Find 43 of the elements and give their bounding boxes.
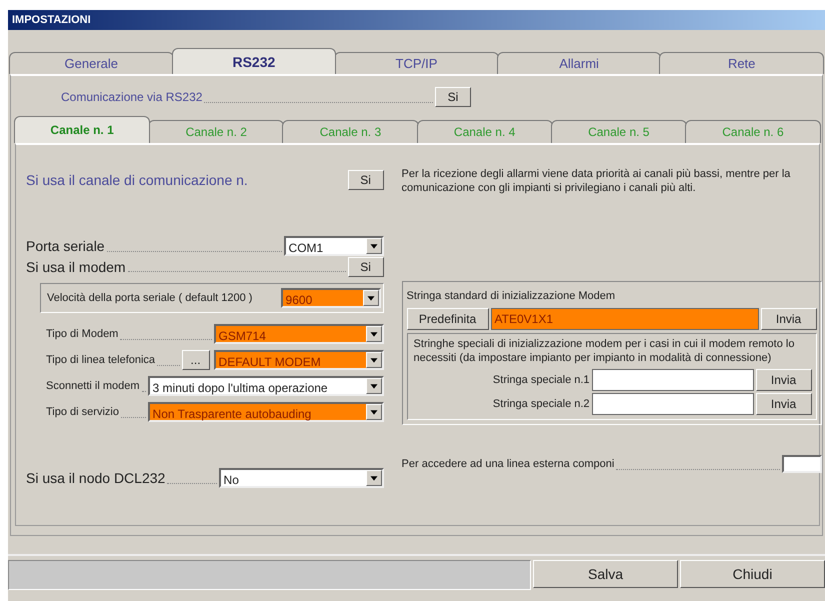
toggle-button[interactable]: Si <box>348 257 384 277</box>
tab[interactable]: Allarmi <box>496 52 662 74</box>
dcl232-label: Si usa il nodo DCL232 <box>26 470 166 486</box>
special-string-label: Stringa speciale n.1 <box>492 374 590 386</box>
modem-label: Si usa il modem <box>26 259 126 275</box>
window-title: IMPOSTAZIONI <box>8 10 825 30</box>
setting-dropdown[interactable]: 3 minuti dopo l'ultima operazione <box>148 376 384 396</box>
priority-note: Per la ricezione degli allarmi viene data priorità ai canali più bassi, mentre per la comunicazione con gli impianti si privilegiano i canali più alti. <box>402 167 792 196</box>
send-button[interactable]: Invia <box>760 308 817 330</box>
speed-dropdown[interactable]: 9600 <box>280 288 381 308</box>
dialog-button[interactable]: Salva <box>533 560 678 588</box>
browse-button[interactable]: ... <box>182 350 210 370</box>
prefix-field[interactable] <box>782 455 822 473</box>
setting-dropdown[interactable]: Non Trasparente autobauding <box>148 402 384 422</box>
tab[interactable]: Rete <box>659 52 824 74</box>
init-string-title: Stringa standard di inizializzazione Modem <box>406 290 616 302</box>
special-strings-note: Stringhe speciali di inizializzazione modem per i casi in cui il modem remoto lo necessiti (da impostare impianto per impianto in modalità di connessione) <box>414 337 796 365</box>
setting-label: Sconnetti il modem <box>46 380 140 392</box>
setting-label: Tipo di linea telefonica <box>46 354 156 366</box>
channel-enabled-label: Si usa il canale di comunicazione n. <box>26 172 248 188</box>
special-string-field[interactable] <box>592 369 754 391</box>
serial-port-label: Porta seriale <box>26 238 105 254</box>
init-string-field[interactable]: ATE0V1X1 <box>490 308 759 330</box>
setting-dropdown[interactable]: GSM714 <box>214 324 384 344</box>
setting-dropdown[interactable]: DEFAULT MODEM <box>214 350 384 370</box>
setting-label: Tipo di servizio <box>46 406 119 418</box>
send-button[interactable]: Invia <box>756 393 812 415</box>
tab[interactable]: RS232 <box>172 48 336 74</box>
toggle-button[interactable]: Si <box>348 170 384 190</box>
default-button[interactable]: Predefinita <box>406 308 489 330</box>
send-button[interactable]: Invia <box>756 369 812 391</box>
dcl232-dropdown[interactable]: No <box>218 468 384 488</box>
setting-label: Tipo di Modem <box>46 328 118 340</box>
speed-label: Velocità della porta seriale ( default 1200 ) <box>47 292 252 304</box>
dialog-button[interactable]: Chiudi <box>680 560 825 588</box>
toggle-button[interactable]: Si <box>435 87 471 107</box>
tab[interactable]: Generale <box>9 52 174 74</box>
channel-tab[interactable]: Canale n. 1 <box>14 116 150 143</box>
serial-port-dropdown[interactable]: COM1 <box>284 236 384 256</box>
special-string-field[interactable] <box>592 393 754 415</box>
special-string-label: Stringa speciale n.2 <box>492 398 590 410</box>
rs232-label: Comunicazione via RS232 <box>61 90 202 104</box>
external-line-label: Per accedere ad una linea esterna componi <box>402 458 614 470</box>
